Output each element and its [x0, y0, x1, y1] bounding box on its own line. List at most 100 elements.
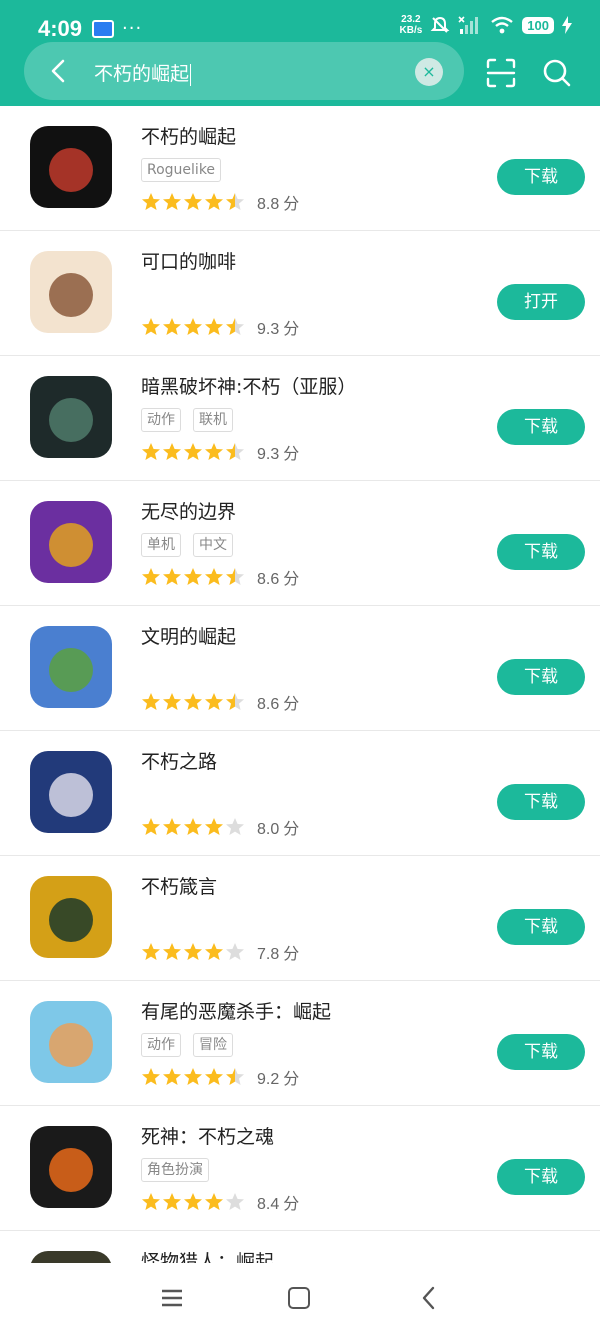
battery-indicator: 100 [522, 16, 554, 34]
star-icon [142, 443, 160, 460]
search-icon[interactable] [540, 56, 574, 90]
download-button[interactable]: 下载 [497, 1159, 585, 1195]
scan-icon[interactable] [484, 56, 518, 90]
recent-apps-icon[interactable] [160, 1288, 184, 1308]
app-name[interactable]: 怪物猎人：崛起 [141, 1247, 274, 1263]
diablo-icon[interactable] [30, 376, 112, 458]
open-button[interactable]: 打开 [497, 284, 585, 320]
coffee-icon[interactable] [30, 251, 112, 333]
app-rating: 9.2 分 [141, 1065, 299, 1089]
immortal-road-icon[interactable] [30, 751, 112, 833]
app-list-item[interactable]: 怪物猎人：崛起 [0, 1231, 600, 1263]
app-rating: 9.3 分 [141, 315, 299, 339]
app-tags: 动作 冒险 [141, 1033, 233, 1057]
star-icon [142, 193, 160, 210]
app-tags: 动作 联机 [141, 408, 233, 432]
app-list-item[interactable]: 不朽的崛起 Roguelike 8.8 分 下载 [0, 106, 600, 231]
text-caret [190, 63, 192, 86]
system-nav-bar [0, 1263, 600, 1333]
app-name[interactable]: 可口的咖啡 [141, 247, 236, 274]
download-button[interactable]: 下载 [497, 784, 585, 820]
app-score: 8.0 分 [257, 815, 299, 839]
clear-search-button[interactable]: × [415, 58, 443, 86]
download-button[interactable]: 下载 [497, 159, 585, 195]
download-button[interactable]: 下载 [497, 1034, 585, 1070]
app-list-item[interactable]: 不朽之路 8.0 分 下载 [0, 731, 600, 856]
app-score: 9.2 分 [257, 1065, 299, 1089]
immortal-motto-icon[interactable] [30, 876, 112, 958]
app-list-item[interactable]: 可口的咖啡 9.3 分 打开 [0, 231, 600, 356]
app-name[interactable]: 暗黑破坏神:不朽（亚服） [141, 372, 356, 399]
star-icon [205, 693, 223, 710]
search-results-list: 不朽的崛起 Roguelike 8.8 分下载 可口的咖啡 9.3 分打开 暗黑破坏神:不朽（… [0, 106, 600, 1263]
monster-hunter-icon[interactable] [30, 1251, 112, 1263]
score-value: 8.4 [257, 1196, 280, 1213]
star-icon [205, 1068, 223, 1085]
app-name[interactable]: 不朽之路 [141, 747, 217, 774]
search-field[interactable] [24, 42, 464, 100]
home-icon[interactable] [288, 1287, 310, 1309]
download-button[interactable]: 下载 [497, 534, 585, 570]
app-list-item[interactable]: 文明的崛起 8.6 分 下载 [0, 606, 600, 731]
star-icon [184, 193, 202, 210]
nav-back-icon[interactable] [418, 1285, 440, 1311]
app-tag: Roguelike [141, 158, 222, 182]
back-icon[interactable] [44, 56, 74, 86]
app-name[interactable]: 文明的崛起 [141, 622, 236, 649]
immortal-rise-icon[interactable] [30, 126, 112, 208]
wifi-icon [491, 16, 514, 34]
app-name[interactable]: 不朽的崛起 [141, 122, 236, 149]
app-tag: 中文 [193, 533, 233, 557]
net-speed-value: 23.2 [401, 14, 421, 25]
app-score: 8.6 分 [257, 690, 299, 714]
score-unit: 分 [283, 944, 300, 963]
star-icon [226, 443, 244, 460]
app-list-item[interactable]: 无尽的边界单机 中文 8.6 分 下载 [0, 481, 600, 606]
star-icon [163, 818, 181, 835]
score-unit: 分 [283, 819, 300, 838]
download-button[interactable]: 下载 [497, 909, 585, 945]
app-rating: 8.6 分 [141, 565, 299, 589]
star-icon [226, 943, 244, 960]
score-value: 9.3 [257, 321, 280, 338]
app-name[interactable]: 死神：不朽之魂 [141, 1122, 274, 1149]
status-time: 4:09 [38, 16, 83, 41]
star-icon [142, 318, 160, 335]
download-button[interactable]: 下载 [497, 409, 585, 445]
search-query: 不朽的崛起 [94, 63, 190, 85]
app-name[interactable]: 无尽的边界 [141, 497, 236, 524]
app-list-item[interactable]: 有尾的恶魔杀手：崛起 动作 冒险 9.2 分 下载 [0, 981, 600, 1106]
download-button[interactable]: 下载 [497, 659, 585, 695]
app-list-item[interactable]: 不朽箴言 7.8 分 下载 [0, 856, 600, 981]
charging-icon [562, 16, 572, 34]
score-unit: 分 [283, 319, 300, 338]
app-list-item[interactable]: 死神：不朽之魂 角色扮演 8.4 分 下载 [0, 1106, 600, 1231]
star-icon [142, 1193, 160, 1210]
star-icon [205, 568, 223, 585]
app-score: 8.6 分 [257, 565, 299, 589]
score-unit: 分 [283, 1069, 300, 1088]
endless-frontier-icon[interactable] [30, 501, 112, 583]
star-icon [163, 443, 181, 460]
app-list-item[interactable]: 暗黑破坏神:不朽（亚服） 动作 联机 9.3 分 下载 [0, 356, 600, 481]
rise-of-cultures-icon[interactable] [30, 626, 112, 708]
star-icon [205, 818, 223, 835]
bleach-icon[interactable] [30, 1126, 112, 1208]
app-tag: 动作 [141, 408, 181, 432]
star-icon [226, 318, 244, 335]
score-unit: 分 [283, 444, 300, 463]
search-input[interactable]: 不朽的崛起 [94, 59, 192, 86]
app-rating: 8.4 分 [141, 1190, 299, 1214]
top-bar: 4:09 ··· 23.2 KB/s 100 不朽的崛起 × [0, 0, 600, 106]
app-score: 8.4 分 [257, 1190, 299, 1214]
app-tags: Roguelike [141, 158, 222, 182]
app-name[interactable]: 有尾的恶魔杀手：崛起 [141, 997, 331, 1024]
app-name[interactable]: 不朽箴言 [141, 872, 217, 899]
tailed-demon-slayer-icon[interactable] [30, 1001, 112, 1083]
star-icon [205, 443, 223, 460]
star-icon [184, 1193, 202, 1210]
app-score: 7.8 分 [257, 940, 299, 964]
app-rating: 8.0 分 [141, 815, 299, 839]
app-tag: 单机 [141, 533, 181, 557]
star-icon [184, 443, 202, 460]
